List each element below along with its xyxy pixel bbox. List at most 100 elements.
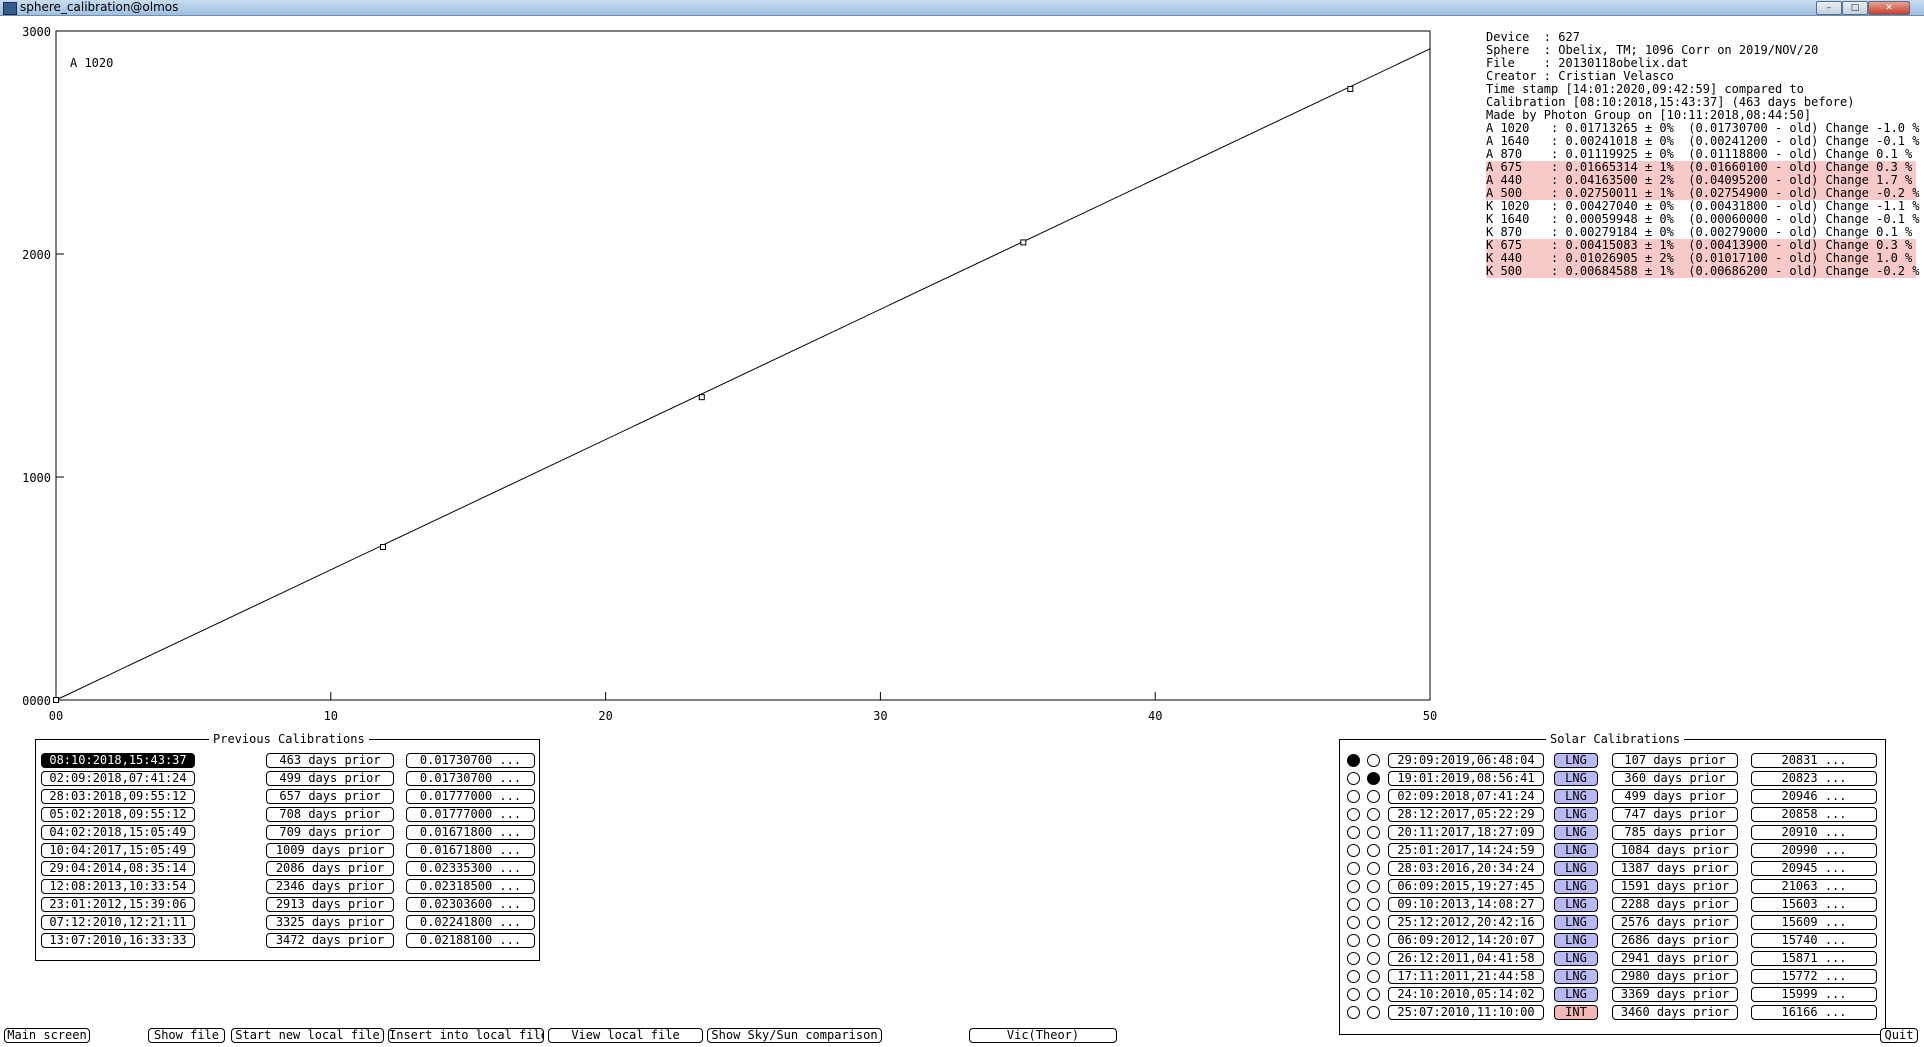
solar-radio-secondary[interactable] <box>1367 934 1380 947</box>
solar-radio-primary[interactable] <box>1347 862 1360 875</box>
solar-calibration-value-button[interactable]: 20946 ... <box>1751 789 1877 804</box>
previous-calibration-value-button[interactable]: 0.01671800 ... <box>406 843 535 858</box>
solar-radio-primary[interactable] <box>1347 826 1360 839</box>
solar-radio-secondary[interactable] <box>1367 970 1380 983</box>
solar-calibration-date[interactable]: 06:09:2012,14:20:07 <box>1388 933 1544 948</box>
solar-radio-primary[interactable] <box>1347 754 1360 767</box>
solar-radio-primary[interactable] <box>1347 970 1360 983</box>
solar-calibration-date[interactable]: 29:09:2019,06:48:04 <box>1388 753 1544 768</box>
data-point <box>380 544 387 551</box>
solar-radio-primary[interactable] <box>1347 772 1360 785</box>
solar-radio-primary[interactable] <box>1347 790 1360 803</box>
solar-calibration-value-button[interactable]: 15871 ... <box>1751 951 1877 966</box>
previous-calibration-date[interactable]: 12:08:2013,10:33:54 <box>41 879 195 894</box>
solar-calibration-value-button[interactable]: 21063 ... <box>1751 879 1877 894</box>
solar-calibration-date[interactable]: 09:10:2013,14:08:27 <box>1388 897 1544 912</box>
solar-calibration-value-button[interactable]: 20823 ... <box>1751 771 1877 786</box>
vic-theor-button[interactable]: Vic(Theor) <box>969 1028 1117 1043</box>
solar-calibration-date[interactable]: 02:09:2018,07:41:24 <box>1388 789 1544 804</box>
previous-calibration-value-button[interactable]: 0.02188100 ... <box>406 933 535 948</box>
solar-calibration-value-button[interactable]: 20945 ... <box>1751 861 1877 876</box>
solar-calibration-value-button[interactable]: 16166 ... <box>1751 1005 1877 1020</box>
previous-calibration-value-button[interactable]: 0.02318500 ... <box>406 879 535 894</box>
solar-calibration-date[interactable]: 26:12:2011,04:41:58 <box>1388 951 1544 966</box>
previous-calibration-date[interactable]: 08:10:2018,15:43:37 <box>41 753 195 768</box>
previous-calibration-date[interactable]: 28:03:2018,09:55:12 <box>41 789 195 804</box>
previous-calibration-days: 2913 days prior <box>266 897 394 912</box>
insert-into-local-file-button[interactable]: Insert into local file <box>388 1028 544 1043</box>
solar-calibration-value-button[interactable]: 15603 ... <box>1751 897 1877 912</box>
solar-radio-secondary[interactable] <box>1367 808 1380 821</box>
solar-calibration-value-button[interactable]: 15609 ... <box>1751 915 1877 930</box>
previous-calibration-value-button[interactable]: 0.01730700 ... <box>406 753 535 768</box>
previous-calibration-days: 463 days prior <box>266 753 394 768</box>
previous-calibration-value-button[interactable]: 0.01730700 ... <box>406 771 535 786</box>
solar-radio-primary[interactable] <box>1347 934 1360 947</box>
solar-radio-secondary[interactable] <box>1367 1006 1380 1019</box>
solar-radio-primary[interactable] <box>1347 880 1360 893</box>
solar-calibration-date[interactable]: 24:10:2010,05:14:02 <box>1388 987 1544 1002</box>
previous-calibration-date[interactable]: 13:07:2010,16:33:33 <box>41 933 195 948</box>
show-file-button[interactable]: Show file <box>148 1028 225 1043</box>
solar-radio-secondary[interactable] <box>1367 754 1380 767</box>
previous-calibration-value-button[interactable]: 0.01671800 ... <box>406 825 535 840</box>
solar-calibration-value-button[interactable]: 20990 ... <box>1751 843 1877 858</box>
previous-calibration-date[interactable]: 02:09:2018,07:41:24 <box>41 771 195 786</box>
solar-radio-secondary[interactable] <box>1367 916 1380 929</box>
solar-calibrations-panel: Solar Calibrations 29:09:2019,06:48:04 LN… <box>1339 732 1886 1035</box>
solar-calibration-date[interactable]: 06:09:2015,19:27:45 <box>1388 879 1544 894</box>
previous-calibration-date[interactable]: 23:01:2012,15:39:06 <box>41 897 195 912</box>
solar-calibration-value-button[interactable]: 15740 ... <box>1751 933 1877 948</box>
solar-radio-secondary[interactable] <box>1367 952 1380 965</box>
solar-calibration-date[interactable]: 28:12:2017,05:22:29 <box>1388 807 1544 822</box>
main-screen-button[interactable]: Main screen <box>4 1028 90 1043</box>
solar-calibration-value-button[interactable]: 20831 ... <box>1751 753 1877 768</box>
solar-calibration-date[interactable]: 25:07:2010,11:10:00 <box>1388 1005 1544 1020</box>
x-tick-label: 00 <box>49 709 63 723</box>
solar-radio-primary[interactable] <box>1347 988 1360 1001</box>
solar-radio-secondary[interactable] <box>1367 844 1380 857</box>
solar-calibration-value-button[interactable]: 20858 ... <box>1751 807 1877 822</box>
axis-ticks: 00 10 20 30 40 50 0000 1000 2000 3000 <box>22 25 1437 723</box>
previous-calibration-value-button[interactable]: 0.02335300 ... <box>406 861 535 876</box>
previous-calibration-date[interactable]: 29:04:2014,08:35:14 <box>41 861 195 876</box>
solar-radio-secondary[interactable] <box>1367 988 1380 1001</box>
solar-radio-primary[interactable] <box>1347 916 1360 929</box>
previous-calibration-value-button[interactable]: 0.01777000 ... <box>406 789 535 804</box>
solar-radio-secondary[interactable] <box>1367 826 1380 839</box>
close-button[interactable]: ✕ <box>1868 1 1910 15</box>
solar-radio-primary[interactable] <box>1347 844 1360 857</box>
solar-calibration-value-button[interactable]: 15772 ... <box>1751 969 1877 984</box>
solar-radio-primary[interactable] <box>1347 898 1360 911</box>
start-new-local-file-button[interactable]: Start new local file <box>231 1028 384 1043</box>
solar-radio-primary[interactable] <box>1347 1006 1360 1019</box>
previous-calibration-value-button[interactable]: 0.02303600 ... <box>406 897 535 912</box>
previous-calibration-value-button[interactable]: 0.02241800 ... <box>406 915 535 930</box>
solar-calibration-value-button[interactable]: 20910 ... <box>1751 825 1877 840</box>
solar-radio-primary[interactable] <box>1347 952 1360 965</box>
quit-button[interactable]: Quit <box>1880 1028 1918 1043</box>
solar-calibration-date[interactable]: 17:11:2011,21:44:58 <box>1388 969 1544 984</box>
solar-radio-primary[interactable] <box>1347 808 1360 821</box>
data-point <box>1347 85 1354 92</box>
previous-calibration-date[interactable]: 10:04:2017,15:05:49 <box>41 843 195 858</box>
minimize-button[interactable]: – <box>1816 1 1842 15</box>
previous-calibration-date[interactable]: 05:02:2018,09:55:12 <box>41 807 195 822</box>
solar-calibration-date[interactable]: 19:01:2019,08:56:41 <box>1388 771 1544 786</box>
view-local-file-button[interactable]: View local file <box>548 1028 703 1043</box>
solar-calibration-date[interactable]: 25:01:2017,14:24:59 <box>1388 843 1544 858</box>
solar-calibration-value-button[interactable]: 15999 ... <box>1751 987 1877 1002</box>
solar-calibration-date[interactable]: 20:11:2017,18:27:09 <box>1388 825 1544 840</box>
solar-radio-secondary[interactable] <box>1367 862 1380 875</box>
solar-calibration-date[interactable]: 25:12:2012,20:42:16 <box>1388 915 1544 930</box>
previous-calibration-date[interactable]: 07:12:2010,12:21:11 <box>41 915 195 930</box>
solar-radio-secondary[interactable] <box>1367 898 1380 911</box>
solar-radio-secondary[interactable] <box>1367 790 1380 803</box>
solar-calibration-date[interactable]: 28:03:2016,20:34:24 <box>1388 861 1544 876</box>
previous-calibration-date[interactable]: 04:02:2018,15:05:49 <box>41 825 195 840</box>
solar-radio-secondary[interactable] <box>1367 772 1380 785</box>
solar-radio-secondary[interactable] <box>1367 880 1380 893</box>
previous-calibration-value-button[interactable]: 0.01777000 ... <box>406 807 535 822</box>
maximize-button[interactable]: □ <box>1842 1 1868 15</box>
show-sky-sun-comparison-button[interactable]: Show Sky/Sun comparison <box>707 1028 882 1043</box>
